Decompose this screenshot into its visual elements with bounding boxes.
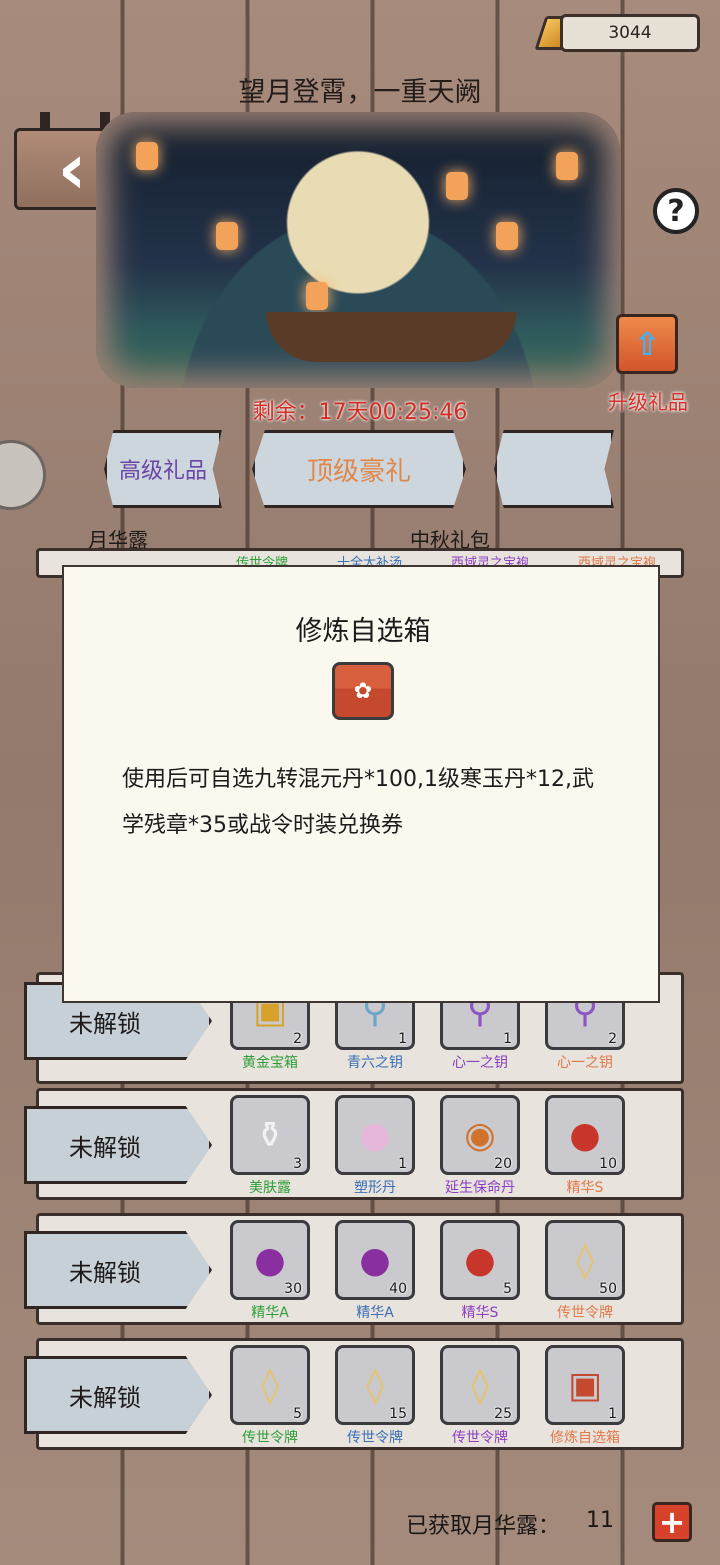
help-icon[interactable]: ? bbox=[653, 188, 699, 234]
tab-label: 高级礼品 bbox=[118, 459, 207, 484]
item-count: 5 bbox=[293, 1406, 302, 1422]
banner-image bbox=[96, 112, 620, 388]
item-slot[interactable]: ◊ 15 bbox=[335, 1345, 415, 1425]
item-name: 青六之钥 bbox=[347, 1055, 403, 1071]
item-slot[interactable]: ● 1 bbox=[335, 1095, 415, 1175]
item-name: 心一之钥 bbox=[452, 1055, 508, 1071]
currency-value: 3044 bbox=[608, 23, 652, 43]
tab-advanced-gift[interactable]: 高级礼品 bbox=[104, 430, 222, 508]
lantern-icon bbox=[306, 282, 328, 310]
item-name: 传世令牌 bbox=[452, 1430, 508, 1446]
item-slot[interactable]: ◊ 50 bbox=[545, 1220, 625, 1300]
modal-title: 修炼自选箱 bbox=[295, 616, 431, 647]
lantern-icon bbox=[216, 222, 238, 250]
token-icon: ◊ bbox=[471, 1364, 489, 1406]
plus-icon: + bbox=[658, 1503, 686, 1541]
unlock-button[interactable]: 未解锁 bbox=[24, 1231, 212, 1309]
lantern-icon bbox=[446, 172, 468, 200]
item-slot[interactable]: ● 30 bbox=[230, 1220, 310, 1300]
item-name: 精华S bbox=[461, 1305, 499, 1321]
pearl-icon: ● bbox=[359, 1114, 391, 1156]
page-title: 望月登霄，一重天阙 bbox=[238, 77, 482, 108]
purple-bag-icon: ● bbox=[359, 1239, 391, 1281]
modal-description: 使用后可自选九转混元丹*100,1级寒玉丹*12,武学残章*35或战令时装兑换券 bbox=[122, 767, 594, 838]
boat-illustration bbox=[266, 312, 516, 362]
item-name: 精华A bbox=[356, 1305, 394, 1321]
vase-icon: ⚱ bbox=[254, 1114, 286, 1156]
lock-label: 未解锁 bbox=[69, 1009, 141, 1038]
tab-top-gift[interactable]: 顶级豪礼 bbox=[252, 430, 466, 508]
tab-label: 顶级豪礼 bbox=[306, 456, 411, 487]
lantern-icon bbox=[136, 142, 158, 170]
tab-next[interactable] bbox=[494, 430, 614, 508]
unlock-button[interactable]: 未解锁 bbox=[24, 1106, 212, 1184]
item-count: 25 bbox=[494, 1406, 512, 1422]
item-name: 传世令牌 bbox=[242, 1430, 298, 1446]
add-moon-dew-button[interactable]: + bbox=[652, 1502, 692, 1542]
item-count: 5 bbox=[503, 1281, 512, 1297]
item-name: 心一之钥 bbox=[557, 1055, 613, 1071]
item-count: 1 bbox=[608, 1406, 617, 1422]
item-slot[interactable]: ◊ 5 bbox=[230, 1345, 310, 1425]
moon-dew-count-value: 11 bbox=[586, 1508, 614, 1533]
item-name: 传世令牌 bbox=[347, 1430, 403, 1446]
gourd-icon: ◉ bbox=[464, 1114, 496, 1156]
item-count: 30 bbox=[284, 1281, 302, 1297]
item-count: 3 bbox=[293, 1156, 302, 1172]
item-slot[interactable]: ⚱ 3 bbox=[230, 1095, 310, 1175]
back-arrow-icon: ‹ bbox=[57, 128, 87, 210]
item-count: 1 bbox=[503, 1031, 512, 1047]
item-count: 2 bbox=[293, 1031, 302, 1047]
item-name: 美肤露 bbox=[249, 1180, 291, 1196]
item-slot[interactable]: ◉ 20 bbox=[440, 1095, 520, 1175]
token-icon: ◊ bbox=[366, 1364, 384, 1406]
item-count: 10 bbox=[599, 1156, 617, 1172]
lantern-icon bbox=[556, 152, 578, 180]
item-count: 40 bbox=[389, 1281, 407, 1297]
item-name: 延生保命丹 bbox=[445, 1180, 515, 1196]
red-bag-icon: ● bbox=[464, 1239, 496, 1281]
item-name: 修炼自选箱 bbox=[550, 1430, 620, 1446]
item-count: 15 bbox=[389, 1406, 407, 1422]
token-icon: ◊ bbox=[576, 1239, 594, 1281]
side-tab-button[interactable] bbox=[0, 440, 46, 510]
moon-dew-count-label: 已获取月华露： bbox=[406, 1514, 561, 1539]
chest-icon: ▣ bbox=[567, 1364, 602, 1406]
upgrade-gift-icon[interactable]: ⇧ bbox=[616, 314, 678, 374]
item-name: 黄金宝箱 bbox=[242, 1055, 298, 1071]
item-slot[interactable]: ● 10 bbox=[545, 1095, 625, 1175]
item-slot[interactable]: ◊ 25 bbox=[440, 1345, 520, 1425]
item-slot[interactable]: ▣ 1 bbox=[545, 1345, 625, 1425]
item-name: 传世令牌 bbox=[557, 1305, 613, 1321]
item-count: 20 bbox=[494, 1156, 512, 1172]
item-slot[interactable]: ● 5 bbox=[440, 1220, 520, 1300]
unlock-button[interactable]: 未解锁 bbox=[24, 1356, 212, 1434]
item-name: 精华A bbox=[251, 1305, 289, 1321]
item-name: 塑形丹 bbox=[354, 1180, 396, 1196]
item-count: 1 bbox=[398, 1156, 407, 1172]
item-slot[interactable]: ● 40 bbox=[335, 1220, 415, 1300]
chest-icon: ✿ bbox=[332, 662, 394, 720]
lock-label: 未解锁 bbox=[69, 1133, 141, 1162]
lock-label: 未解锁 bbox=[69, 1258, 141, 1287]
red-bag-icon: ● bbox=[569, 1114, 601, 1156]
lantern-icon bbox=[496, 222, 518, 250]
purple-bag-icon: ● bbox=[254, 1239, 286, 1281]
item-detail-modal[interactable]: 修炼自选箱 ✿ 使用后可自选九转混元丹*100,1级寒玉丹*12,武学残章*35… bbox=[62, 565, 660, 1003]
item-name: 精华S bbox=[566, 1180, 604, 1196]
item-count: 2 bbox=[608, 1031, 617, 1047]
item-count: 1 bbox=[398, 1031, 407, 1047]
countdown-timer: 剩余：17天00:25:46 bbox=[252, 400, 468, 425]
item-count: 50 bbox=[599, 1281, 617, 1297]
token-icon: ◊ bbox=[261, 1364, 279, 1406]
currency-display: 3044 bbox=[560, 14, 700, 52]
lock-label: 未解锁 bbox=[69, 1383, 141, 1412]
